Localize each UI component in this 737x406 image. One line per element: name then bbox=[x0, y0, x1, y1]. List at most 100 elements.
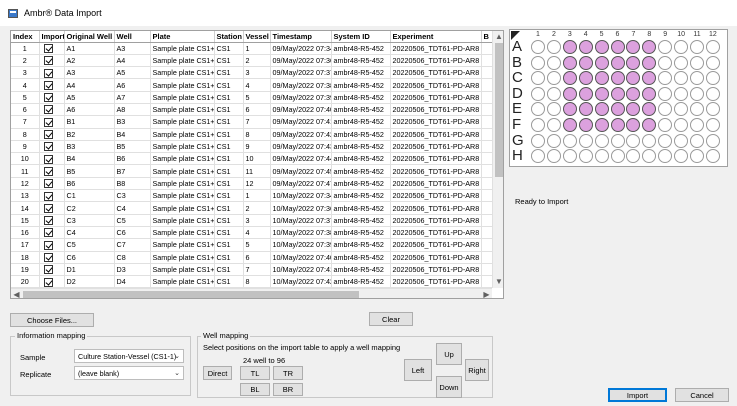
table-cell[interactable]: 5 bbox=[243, 238, 271, 252]
choose-files-button[interactable]: Choose Files... bbox=[10, 313, 94, 327]
table-cell[interactable]: 3 bbox=[243, 66, 271, 80]
table-cell[interactable]: B5 bbox=[64, 164, 115, 178]
table-cell[interactable] bbox=[481, 152, 492, 166]
table-cell[interactable]: ambr48-R5-452 bbox=[331, 201, 391, 215]
table-cell[interactable]: A8 bbox=[114, 103, 151, 117]
well-empty[interactable] bbox=[546, 40, 561, 54]
well-empty[interactable] bbox=[674, 149, 689, 164]
well-empty[interactable] bbox=[531, 149, 545, 164]
clear-button[interactable]: Clear bbox=[369, 312, 413, 326]
table-cell[interactable]: 2 bbox=[243, 54, 271, 68]
table-cell[interactable]: C3 bbox=[114, 189, 151, 203]
well-empty[interactable] bbox=[705, 102, 720, 117]
table-cell[interactable]: 09/May/2022 07:39 bbox=[270, 91, 332, 104]
well-empty[interactable] bbox=[531, 55, 545, 70]
table-cell[interactable]: 20220506_TDT61-PD-AR8 bbox=[390, 275, 482, 288]
well-empty[interactable] bbox=[642, 133, 657, 148]
up-button[interactable]: Up bbox=[436, 343, 462, 365]
table-cell[interactable]: Sample plate CS1+2 bbox=[150, 66, 215, 80]
bl-button[interactable]: BL bbox=[240, 383, 270, 396]
table-row[interactable]: 15 C3 C5 Sample plate CS1+2 CS1 3 10/May/2022 … bbox=[11, 214, 492, 227]
well-filled[interactable] bbox=[626, 86, 641, 101]
well-empty[interactable] bbox=[594, 133, 609, 148]
well-empty[interactable] bbox=[674, 71, 689, 86]
import-checkbox[interactable] bbox=[43, 252, 53, 262]
table-cell[interactable]: 20220506_TDT61-PD-AR8 bbox=[390, 214, 482, 227]
table-cell[interactable]: 4 bbox=[243, 226, 271, 240]
plate-column-label[interactable]: 4 bbox=[578, 31, 594, 38]
well-filled[interactable] bbox=[626, 102, 641, 117]
plate-column-label[interactable]: 5 bbox=[594, 31, 610, 38]
plate-column-label[interactable]: 1 bbox=[530, 31, 546, 38]
well-empty[interactable] bbox=[705, 71, 720, 86]
well-filled[interactable] bbox=[578, 55, 593, 70]
table-cell[interactable] bbox=[481, 115, 492, 129]
table-cell[interactable]: B4 bbox=[64, 152, 115, 166]
table-cell[interactable]: 10/May/2022 07:40 bbox=[270, 251, 332, 264]
table-cell[interactable] bbox=[481, 54, 492, 68]
table-row[interactable]: 14 C2 C4 Sample plate CS1+2 CS1 2 10/May/2022 … bbox=[11, 201, 492, 215]
well-filled[interactable] bbox=[626, 40, 641, 54]
import-cell[interactable] bbox=[39, 201, 65, 215]
table-cell[interactable]: 1 bbox=[243, 189, 271, 203]
table-cell[interactable]: 7 bbox=[243, 263, 271, 277]
well-empty[interactable] bbox=[658, 102, 673, 117]
plate-row-label[interactable]: B bbox=[512, 54, 524, 71]
table-cell[interactable]: B1 bbox=[64, 115, 115, 129]
table-cell[interactable]: Sample plate CS1+2 bbox=[150, 115, 215, 129]
column-header[interactable]: Experiment bbox=[390, 31, 482, 43]
well-empty[interactable] bbox=[658, 86, 673, 101]
plate-column-label[interactable]: 9 bbox=[657, 31, 673, 38]
table-cell[interactable]: Sample plate CS1+2 bbox=[150, 189, 215, 203]
well-filled[interactable] bbox=[642, 86, 657, 101]
table-cell[interactable]: ambr48-R5-452 bbox=[331, 128, 391, 141]
table-cell[interactable]: 20220506_TDT61-PD-AR8 bbox=[390, 78, 482, 92]
table-cell[interactable]: A2 bbox=[64, 54, 115, 68]
import-cell[interactable] bbox=[39, 214, 65, 227]
table-cell[interactable]: Sample plate CS1+2 bbox=[150, 263, 215, 277]
table-cell[interactable]: CS1 bbox=[214, 263, 244, 277]
table-cell[interactable]: 8 bbox=[243, 128, 271, 141]
table-cell[interactable]: 11 bbox=[243, 164, 271, 178]
well-filled[interactable] bbox=[626, 71, 641, 86]
table-cell[interactable]: B3 bbox=[64, 140, 115, 154]
table-cell[interactable] bbox=[481, 238, 492, 252]
table-cell[interactable]: 20220506_TDT61-PD-AR8 bbox=[390, 201, 482, 215]
table-cell[interactable]: B5 bbox=[114, 140, 151, 154]
well-empty[interactable] bbox=[690, 40, 704, 54]
table-cell[interactable]: 9 bbox=[243, 140, 271, 154]
table-cell[interactable]: 09/May/2022 07:44 bbox=[270, 152, 332, 166]
table-cell[interactable] bbox=[481, 275, 492, 288]
well-empty[interactable] bbox=[674, 55, 689, 70]
table-cell[interactable] bbox=[481, 91, 492, 104]
table-row[interactable]: 1 A1 A3 Sample plate CS1+2 CS1 1 09/May/2022 0… bbox=[11, 42, 492, 55]
table-row[interactable]: 12 B6 B8 Sample plate CS1+2 CS1 12 09/May/2022… bbox=[11, 177, 492, 191]
table-cell[interactable]: 14 bbox=[11, 201, 40, 215]
table-cell[interactable]: 09/May/2022 07:40 bbox=[270, 103, 332, 117]
table-cell[interactable]: ambr48-R5-452 bbox=[331, 66, 391, 80]
table-cell[interactable]: CS1 bbox=[214, 177, 244, 191]
table-cell[interactable]: Sample plate CS1+2 bbox=[150, 251, 215, 264]
table-cell[interactable]: 13 bbox=[11, 189, 40, 203]
column-header[interactable]: Well bbox=[114, 31, 151, 43]
table-cell[interactable]: C4 bbox=[64, 226, 115, 240]
vertical-scrollbar[interactable]: ▲ ▼ bbox=[492, 31, 503, 288]
table-cell[interactable] bbox=[481, 263, 492, 277]
table-row[interactable]: 10 B4 B6 Sample plate CS1+2 CS1 10 09/May/2022… bbox=[11, 152, 492, 166]
table-cell[interactable]: Sample plate CS1+2 bbox=[150, 91, 215, 104]
table-cell[interactable]: ambr48-R5-452 bbox=[331, 152, 391, 166]
import-checkbox[interactable] bbox=[43, 216, 53, 226]
column-header[interactable]: Original Well bbox=[64, 31, 115, 43]
table-cell[interactable]: CS1 bbox=[214, 251, 244, 264]
direct-button[interactable]: Direct bbox=[203, 366, 232, 380]
table-cell[interactable]: C3 bbox=[64, 214, 115, 227]
table-cell[interactable]: 10/May/2022 07:41 bbox=[270, 263, 332, 277]
column-header[interactable]: System ID bbox=[331, 31, 391, 43]
table-cell[interactable]: A4 bbox=[114, 54, 151, 68]
plate-row-label[interactable]: F bbox=[512, 117, 524, 133]
table-row[interactable]: 6 A6 A8 Sample plate CS1+2 CS1 6 09/May/2022 0… bbox=[11, 103, 492, 117]
table-cell[interactable]: 3 bbox=[243, 214, 271, 227]
table-cell[interactable]: Sample plate CS1+2 bbox=[150, 201, 215, 215]
table-cell[interactable] bbox=[481, 140, 492, 154]
import-checkbox[interactable] bbox=[43, 105, 53, 115]
